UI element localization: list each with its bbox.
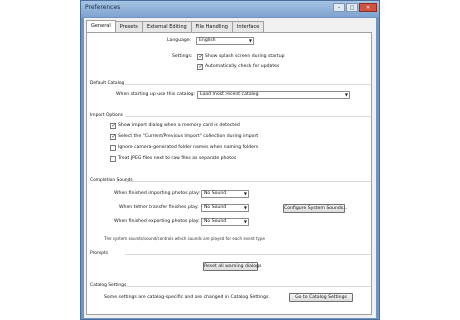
window-controls: – □ ✕	[333, 3, 377, 12]
chevron-down-icon: ▼	[243, 191, 247, 196]
tether-sound-select[interactable]: No Sound ▼	[201, 204, 249, 212]
default-catalog-heading: Default Catalog	[90, 81, 125, 86]
check-mark-icon: ✓	[111, 133, 117, 140]
import-sound-value: No Sound	[204, 191, 227, 196]
reset-warning-dialogs-button[interactable]: Reset all warning dialogs	[203, 262, 261, 271]
check-mark-icon: ✓	[198, 63, 204, 70]
sounds-note: The system sounds/sound/controls which s…	[104, 236, 265, 241]
window-title: Preferences	[85, 4, 121, 11]
import-sound-label: When finished importing photos play:	[114, 191, 201, 196]
section-divider	[125, 286, 371, 287]
catalog-settings-text: Some settings are catalog-specific and a…	[104, 295, 270, 300]
import-sound-select[interactable]: No Sound ▼	[201, 190, 249, 198]
language-label: Language:	[167, 38, 192, 43]
show-import-dialog-label: Show import dialog when a memory card is…	[118, 123, 240, 128]
show-splash-checkbox[interactable]: ✓	[197, 54, 203, 60]
section-divider	[125, 116, 371, 117]
default-catalog-value: Load most recent catalog	[200, 92, 259, 97]
tab-interface[interactable]: Interface	[231, 21, 265, 32]
export-sound-select[interactable]: No Sound ▼	[201, 218, 249, 226]
default-catalog-select[interactable]: Load most recent catalog ▼	[197, 91, 350, 99]
select-current-import-label: Select the "Current/Previous Import" col…	[118, 134, 259, 139]
tab-external-editing[interactable]: External Editing	[141, 21, 192, 32]
treat-jpeg-separate-checkbox[interactable]	[110, 156, 116, 162]
auto-check-updates-checkbox[interactable]: ✓	[197, 64, 203, 70]
language-value: English	[199, 38, 216, 43]
ignore-folder-names-checkbox[interactable]	[110, 145, 116, 151]
export-sound-value: No Sound	[204, 219, 227, 224]
tab-file-handling[interactable]: File Handling	[190, 21, 233, 32]
chevron-down-icon: ▼	[243, 205, 247, 210]
check-mark-icon: ✓	[111, 122, 117, 129]
ignore-folder-names-label: Ignore camera-generated folder names whe…	[118, 145, 259, 150]
minimize-button[interactable]: –	[333, 3, 345, 12]
dialog-content: General Presets External Editing File Ha…	[84, 18, 376, 318]
section-divider	[125, 84, 371, 85]
go-to-catalog-settings-button[interactable]: Go to Catalog Settings	[289, 293, 353, 302]
configure-system-sounds-button[interactable]: Configure System Sounds...	[283, 204, 348, 213]
section-divider	[125, 181, 371, 182]
chevron-down-icon: ▼	[243, 219, 247, 224]
default-catalog-label: When starting up use this catalog:	[116, 92, 196, 97]
tether-sound-value: No Sound	[204, 205, 227, 210]
select-current-import-checkbox[interactable]: ✓	[110, 134, 116, 140]
tab-general[interactable]: General	[86, 20, 116, 32]
catalog-settings-heading: Catalog Settings	[90, 283, 127, 288]
import-options-heading: Import Options	[90, 113, 123, 118]
chevron-down-icon: ▼	[248, 38, 252, 43]
language-select[interactable]: English ▼	[196, 37, 254, 45]
auto-check-updates-label: Automatically check for updates	[205, 64, 280, 69]
treat-jpeg-separate-label: Treat JPEG files next to raw files as se…	[118, 156, 237, 161]
prompts-heading: Prompts	[90, 251, 109, 256]
settings-label: Settings:	[172, 54, 193, 59]
preferences-window: Preferences – □ ✕ General Presets Extern…	[80, 0, 380, 320]
tether-sound-label: When tether transfer finishes play:	[119, 205, 199, 210]
maximize-button[interactable]: □	[346, 3, 358, 12]
close-button[interactable]: ✕	[359, 3, 377, 12]
title-bar[interactable]: Preferences – □ ✕	[81, 1, 379, 17]
show-splash-label: Show splash screen during startup	[205, 54, 285, 59]
export-sound-label: When finished exporting photos play:	[114, 219, 200, 224]
chevron-down-icon: ▼	[344, 92, 348, 97]
section-divider	[125, 254, 371, 255]
check-mark-icon: ✓	[198, 53, 204, 60]
show-import-dialog-checkbox[interactable]: ✓	[110, 123, 116, 129]
general-panel: Language: English ▼ Settings: ✓ Show spl…	[86, 32, 372, 315]
tab-presets[interactable]: Presets	[114, 21, 143, 32]
